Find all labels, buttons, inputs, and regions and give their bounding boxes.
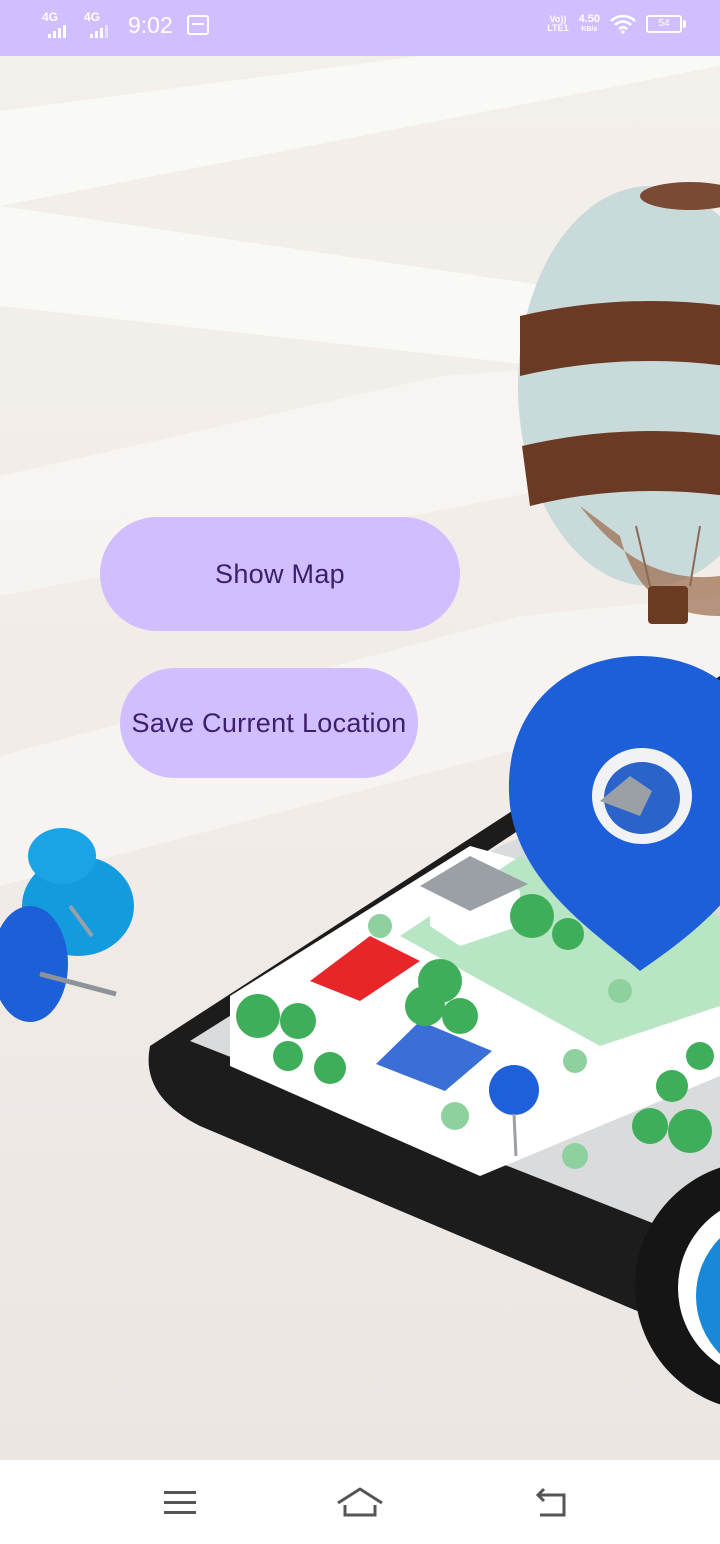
show-map-button[interactable]: Show Map (100, 517, 460, 631)
background-illustration: Show Map Save Current Location (0, 56, 720, 1460)
back-button[interactable] (520, 1478, 580, 1528)
clock: 9:02 (128, 11, 173, 38)
status-left: 4G 4G 9:02 (42, 10, 209, 40)
home-button[interactable] (330, 1478, 390, 1528)
menu-button[interactable] (150, 1478, 210, 1528)
save-current-location-button[interactable]: Save Current Location (120, 668, 418, 778)
back-icon (535, 1487, 566, 1517)
signal-icon: 4G (84, 10, 118, 40)
wifi-icon (610, 14, 636, 34)
network-type-2: 4G (84, 10, 101, 24)
menu-icon (164, 1491, 196, 1514)
home-icon (337, 1487, 383, 1517)
navigation-bar (0, 1460, 720, 1544)
status-bar: 4G 4G 9:02 Vo)) LTE1 4.50 KB/s 54 (0, 0, 720, 56)
network-type-1: 4G (42, 10, 59, 24)
network-speed: 4.50 KB/s (578, 12, 600, 34)
volte-indicator: Vo)) LTE1 (547, 15, 568, 33)
hot-air-balloon (518, 182, 720, 624)
speed-unit: KB/s (581, 25, 598, 33)
signal-icon: 4G (42, 10, 76, 40)
status-right: Vo)) LTE1 4.50 KB/s 54 (547, 12, 686, 34)
battery-level: 54 (658, 18, 670, 29)
lte-label: LTE1 (547, 23, 569, 33)
gallery-notification-icon (186, 15, 209, 35)
battery-icon: 54 (646, 15, 686, 33)
speed-value: 4.50 (578, 12, 600, 25)
